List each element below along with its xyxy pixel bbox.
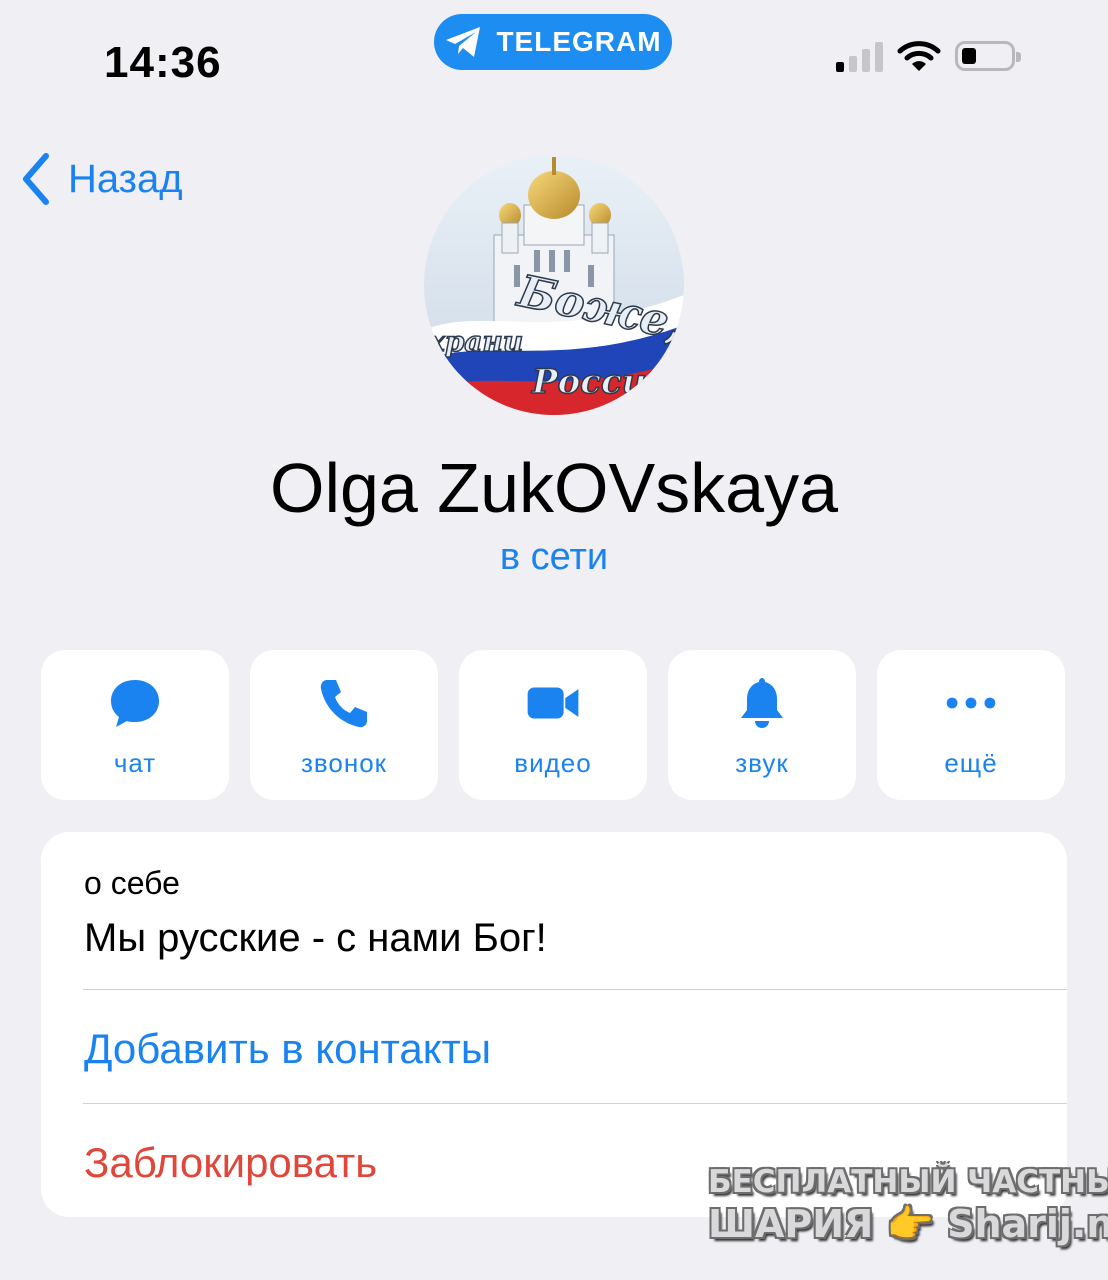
action-buttons: чат звонок видео звук ещё [41,650,1065,800]
chevron-left-icon [23,153,49,205]
watermark-line2: ШАРИЯ 👉 Sharij.net [708,1202,1108,1247]
bell-icon [741,678,783,728]
more-label: ещё [944,748,998,778]
phone-icon [320,680,367,728]
watermark: БЕСПЛАТНЫЙ ЧАСТНЫЙ ШАРИЯ 👉 Sharij.net [708,1164,1108,1247]
profile-name: Olga ZukOVskaya [270,449,838,527]
info-card: о себе Мы русские - с нами Бог! Добавить… [41,832,1067,1217]
status-time: 14:36 [104,38,222,87]
video-button[interactable]: видео [459,650,647,800]
back-button[interactable]: Назад [18,150,183,208]
presence-status: в сети [499,536,609,578]
avatar[interactable]: Боже, храни Россию [424,155,684,415]
status-bar: 14:36 TELEGRAM [0,0,1108,110]
video-label: видео [514,748,592,778]
cellular-signal-icon [836,40,883,72]
add-to-contacts-button[interactable]: Добавить в контакты [84,1025,491,1073]
watermark-line1: БЕСПЛАТНЫЙ ЧАСТНЫЙ [708,1164,1108,1200]
divider [83,989,1067,990]
more-button[interactable]: ещё [877,650,1065,800]
divider [83,1103,1067,1104]
chat-label: чат [113,748,157,778]
status-icons [836,40,1021,72]
sound-button[interactable]: звук [668,650,856,800]
avatar-image: Боже, храни Россию [424,155,684,415]
chat-button[interactable]: чат [41,650,229,800]
avatar-lettering-3: Россию [531,362,680,402]
battery-icon [955,41,1021,71]
telegram-pill[interactable]: TELEGRAM [434,14,672,70]
wifi-icon [897,41,941,71]
about-label: о себе [84,865,180,901]
watermark-right: Sharij.net [947,1202,1108,1246]
more-dots-icon [946,697,996,709]
avatar-lettering-2: храни [427,325,523,358]
about-text: Мы русские - с нами Бог! [84,916,547,960]
watermark-left: ШАРИЯ [708,1202,874,1246]
chat-bubble-icon [111,680,159,727]
telegram-pill-label: TELEGRAM [496,26,662,57]
video-camera-icon [527,687,579,719]
block-user-button[interactable]: Заблокировать [84,1139,377,1187]
back-label: Назад [68,156,183,201]
telegram-plane-icon [446,27,481,57]
pointing-hand-icon: 👉 [886,1202,934,1246]
call-label: звонок [300,748,388,778]
call-button[interactable]: звонок [250,650,438,800]
sound-label: звук [735,748,789,778]
